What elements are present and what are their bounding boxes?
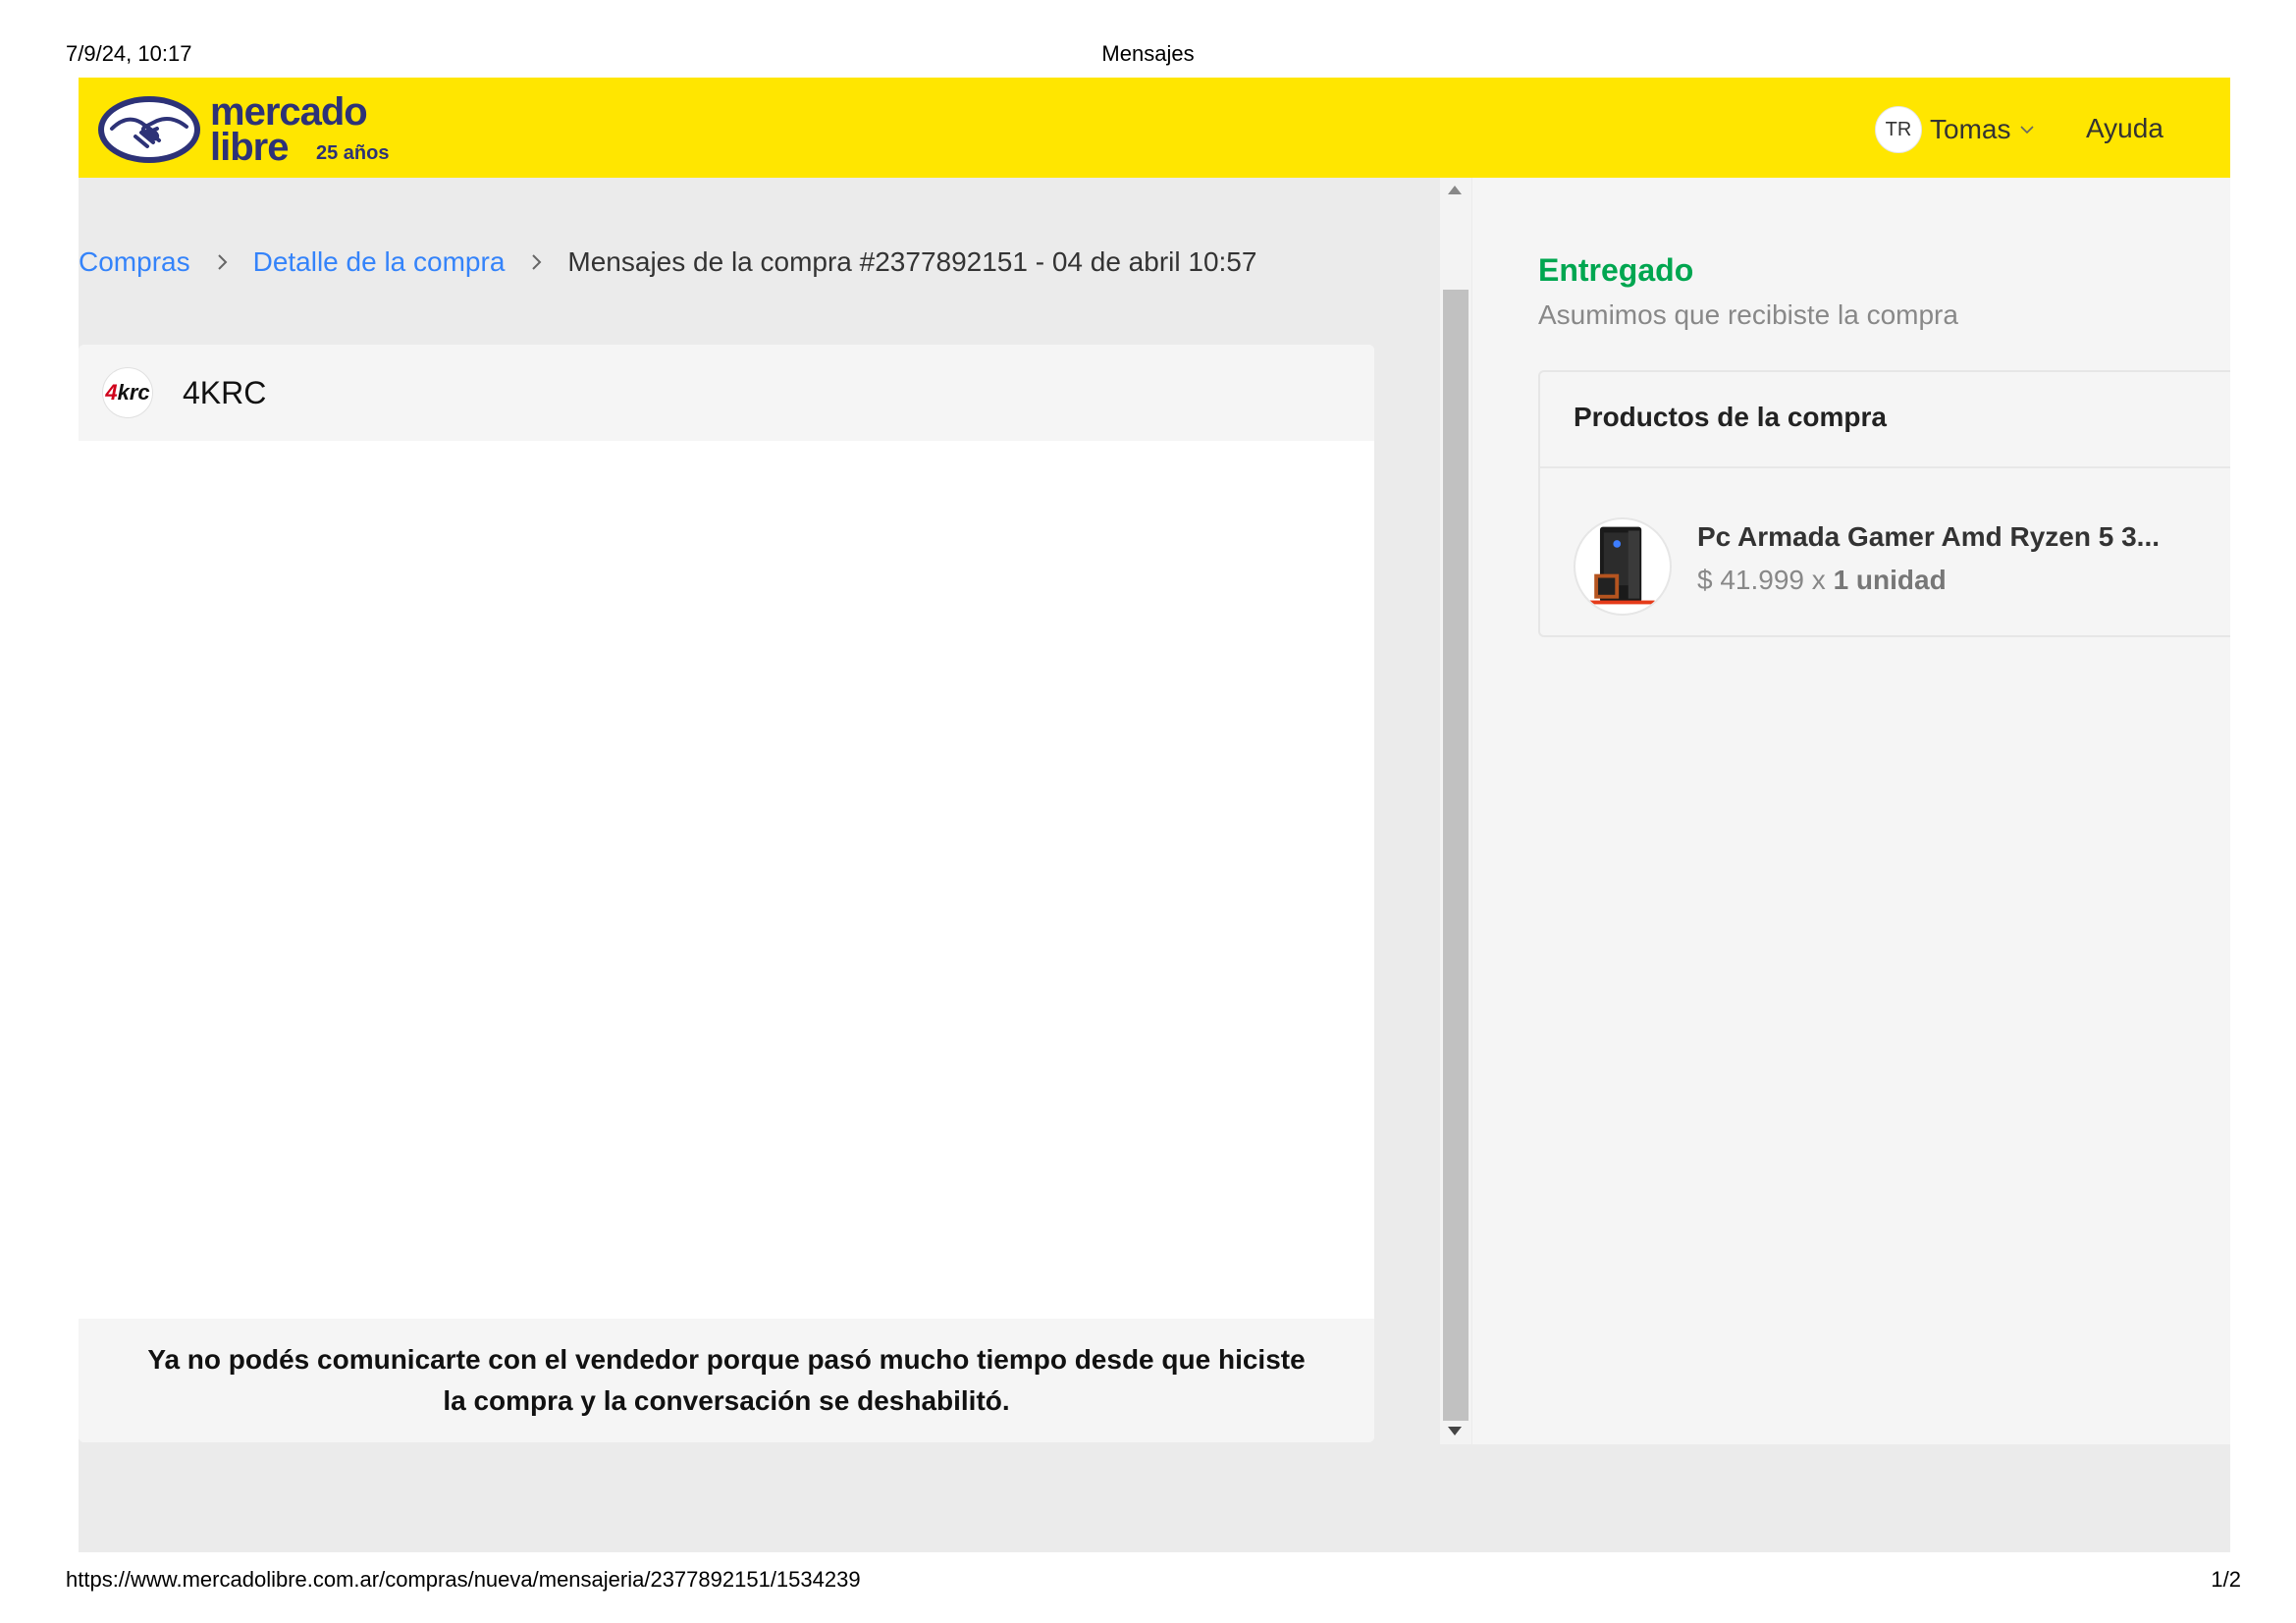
chat-messages-area	[79, 441, 1374, 1319]
scroll-down-arrow-icon[interactable]	[1448, 1427, 1462, 1435]
chevron-down-icon	[2020, 126, 2035, 135]
seller-name: 4KRC	[183, 374, 267, 410]
scrollbar[interactable]	[1440, 178, 1471, 1444]
page-frame: mercado libre 25 años TR Tomas Ayuda Com…	[79, 78, 2230, 1552]
seller-logo-text: 4krc	[105, 380, 150, 405]
chevron-right-icon	[532, 254, 542, 270]
products-title: Productos de la compra	[1574, 402, 1887, 432]
product-item[interactable]: Pc Armada Gamer Amd Ryzen 5 3... $ 41.99…	[1540, 468, 2230, 637]
handshake-icon	[98, 96, 200, 163]
purchase-summary: Entregado Asumimos que recibiste la comp…	[1472, 178, 2230, 1444]
chat-disabled-notice: Ya no podés comunicarte con el vendedor …	[79, 1319, 1374, 1442]
help-link[interactable]: Ayuda	[2086, 113, 2163, 144]
product-quantity: 1 unidad	[1833, 565, 1947, 595]
breadcrumb: Compras Detalle de la compra Mensajes de…	[79, 243, 1256, 282]
chat-header: 4krc 4KRC	[79, 345, 1374, 441]
mercadolibre-logo[interactable]: mercado libre 25 años	[96, 89, 391, 168]
logo-wordmark-bottom: libre	[210, 126, 289, 169]
delivery-status: Entregado	[1538, 252, 1694, 288]
product-name[interactable]: Pc Armada Gamer Amd Ryzen 5 3...	[1697, 521, 2160, 553]
product-price: $ 41.999	[1697, 565, 1804, 595]
pc-tower-icon	[1588, 526, 1655, 605]
scroll-up-arrow-icon[interactable]	[1448, 186, 1462, 194]
site-header: mercado libre 25 años TR Tomas Ayuda	[79, 78, 2230, 178]
chat-panel: 4krc 4KRC Ya no podés comunicarte con el…	[79, 345, 1374, 1442]
scrollbar-thumb[interactable]	[1443, 290, 1468, 1421]
logo-anniversary: 25 años	[316, 142, 390, 164]
delivery-status-subtitle: Asumimos que recibiste la compra	[1538, 299, 1958, 330]
breadcrumb-link-compras[interactable]: Compras	[79, 246, 190, 278]
user-name: Tomas	[1930, 114, 2011, 144]
avatar: TR	[1875, 106, 1922, 153]
print-url: https://www.mercadolibre.com.ar/compras/…	[66, 1567, 861, 1592]
breadcrumb-current: Mensajes de la compra #2377892151 - 04 d…	[567, 246, 1257, 277]
product-price-line: $ 41.999 x 1 unidad	[1697, 565, 1947, 596]
product-image	[1574, 517, 1672, 616]
chat-disabled-message: Ya no podés comunicarte con el vendedor …	[147, 1344, 1306, 1416]
print-page-number: 1/2	[2211, 1567, 2241, 1592]
user-menu[interactable]: TR Tomas	[1875, 105, 2036, 154]
breadcrumb-link-detalle[interactable]: Detalle de la compra	[253, 246, 506, 278]
chevron-right-icon	[217, 254, 228, 270]
seller-logo: 4krc	[102, 367, 153, 418]
products-card: Productos de la compra Pc Armada Gamer A…	[1538, 370, 2230, 637]
print-title: Mensajes	[1101, 41, 1195, 66]
product-times: x	[1811, 565, 1826, 595]
